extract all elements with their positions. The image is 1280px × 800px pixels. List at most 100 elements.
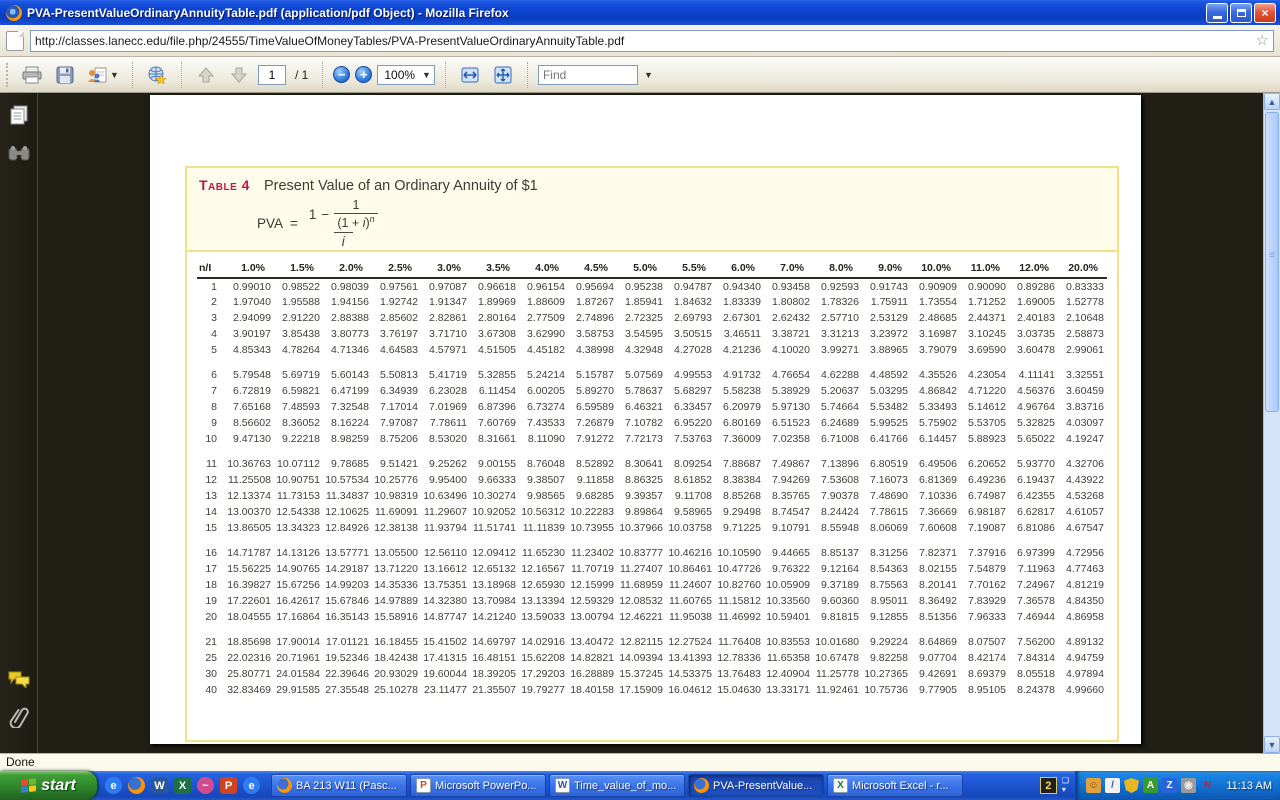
key-tool-icon[interactable]: / [1105,778,1120,793]
zip-icon[interactable]: Z [1162,778,1177,793]
quick-launch-bar: e WX ~ Pe [97,771,268,800]
table-cell: 13.16612 [421,561,470,577]
attachments-panel-icon[interactable] [7,705,31,729]
table-cell: 10.46216 [666,545,715,561]
table-cell: 5.99525 [862,415,911,431]
url-input[interactable] [35,34,1256,48]
shield-icon[interactable] [1124,778,1139,793]
web-search-button[interactable] [143,61,171,89]
table-cell: 0.98039 [323,278,372,294]
url-bar[interactable]: ☆ [30,30,1274,52]
task-button-firefox[interactable]: PVA-PresentValue... [688,774,824,797]
table-cell: 7.43533 [519,415,568,431]
collaborate-button[interactable]: ▼ [84,61,122,89]
table-row: 1312.1337411.7315311.3483710.9831910.634… [197,488,1107,504]
firefox-icon[interactable] [128,777,145,794]
zoom-out-button[interactable]: − [333,66,350,83]
table-cell: 4.91732 [715,367,764,383]
input-language-indicator[interactable]: 2 [1040,777,1057,794]
fit-width-button[interactable] [456,61,484,89]
table-cell: 17.90014 [274,634,323,650]
table-cell: 5.07569 [617,367,666,383]
close-button[interactable]: × [1254,3,1276,23]
table-cell: 7.78611 [421,415,470,431]
previous-page-button[interactable] [192,61,220,89]
word-icon[interactable]: W [151,777,168,794]
document-canvas[interactable]: Table 4 Present Value of an Ordinary Ann… [38,93,1263,753]
save-button[interactable] [51,61,79,89]
table-cell: 11.15812 [715,593,764,609]
find-input[interactable] [543,68,633,82]
minimize-button[interactable] [1206,3,1228,23]
task-button-excel[interactable]: XMicrosoft Excel - r... [827,774,963,797]
scrollbar-track[interactable] [1264,110,1280,736]
table-cell: 12.65132 [470,561,519,577]
table-cell: 2.74896 [568,310,617,326]
collaborate-dropdown-arrow[interactable]: ▼ [110,70,119,80]
table-cell: 7.72173 [617,431,666,447]
table-cell: 9.77905 [911,682,960,698]
page-number-input[interactable] [259,66,285,84]
table-row: 32.940992.912202.883882.856022.828612.80… [197,310,1107,326]
table-cell: 17.29203 [519,666,568,682]
excel-icon[interactable]: X [174,777,191,794]
zoom-level-dropdown[interactable]: 100% ▼ [377,65,435,85]
table-cell: 7.90378 [813,488,862,504]
start-button[interactable]: start [0,771,97,800]
table-cell: 4.76654 [764,367,813,383]
find-dropdown-arrow[interactable]: ▼ [644,70,653,80]
table-cell: 4.43922 [1058,472,1107,488]
zoom-in-button[interactable]: + [355,66,372,83]
row-label: 1 [197,278,225,294]
table-cell: 10.47726 [715,561,764,577]
table-cell: 0.98522 [274,278,323,294]
comments-panel-icon[interactable] [7,667,31,691]
vertical-scrollbar[interactable]: ▲ ▼ [1263,93,1280,753]
internet-explorer-icon-2[interactable]: e [243,777,260,794]
scroll-up-arrow[interactable]: ▲ [1264,93,1280,110]
row-label: 16 [197,545,225,561]
scroll-down-arrow[interactable]: ▼ [1264,736,1280,753]
powerpoint-icon[interactable]: P [220,777,237,794]
table-cell: 3.71710 [421,326,470,342]
language-bar-restore-icon[interactable]: ❑ [1062,777,1069,785]
table-cell: 5.14612 [960,399,1009,415]
bookmark-star-icon[interactable]: ☆ [1256,33,1269,48]
next-page-button[interactable] [225,61,253,89]
language-bar-options-icon[interactable]: ▾ [1062,786,1069,794]
row-label: 5 [197,342,225,358]
task-button-powerpoint[interactable]: PMicrosoft PowerPo... [410,774,546,797]
messenger-icon[interactable]: ☺ [1086,778,1101,793]
table-cell: 10.98319 [372,488,421,504]
antivirus-icon[interactable]: A [1143,778,1158,793]
restore-button[interactable] [1230,3,1252,23]
key-icon[interactable]: ~ [197,777,214,794]
zoom-dropdown-arrow[interactable]: ▼ [422,70,431,80]
pages-panel-icon[interactable] [7,103,31,127]
task-button-word[interactable]: WTime_value_of_mo... [549,774,685,797]
table-cell: 5.58238 [715,383,764,399]
table-cell: 2.53129 [862,310,911,326]
table-cell: 2.80164 [470,310,519,326]
table-cell: 8.35765 [764,488,813,504]
table-cell: 0.93458 [764,278,813,294]
volume-icon[interactable]: ◉ [1181,778,1196,793]
table-cell: 4.11141 [1009,367,1058,383]
row-label: 7 [197,383,225,399]
internet-explorer-icon[interactable]: e [105,777,122,794]
column-header: 3.0% [421,262,470,278]
scrollbar-thumb[interactable] [1265,112,1279,412]
fit-page-button[interactable] [489,61,517,89]
find-field[interactable] [538,65,638,85]
table-cell: 29.91585 [274,682,323,698]
print-button[interactable] [18,61,46,89]
page-number-field[interactable] [258,65,286,85]
table-cell: 8.76048 [519,456,568,472]
table-cell: 10.27365 [862,666,911,682]
novell-icon[interactable]: N [1200,778,1215,793]
task-button-firefox[interactable]: BA 213 W11 (Pasc... [271,774,407,797]
table-cell: 7.36009 [715,431,764,447]
table-cell: 0.99010 [225,278,274,294]
table-cell: 5.33493 [911,399,960,415]
search-binoculars-icon[interactable] [7,141,31,165]
